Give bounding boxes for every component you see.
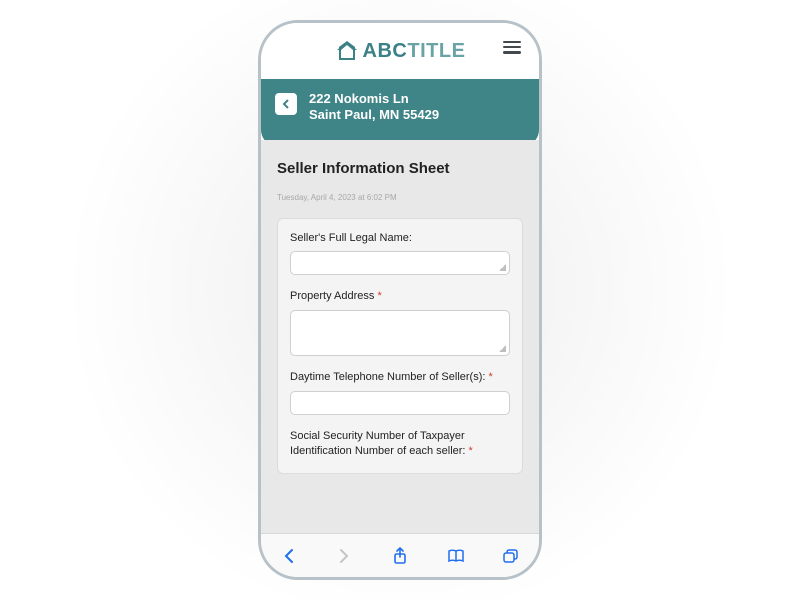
browser-toolbar [261,533,539,577]
chevron-left-icon [282,99,290,109]
logo-text-strong: ABC [363,40,408,62]
page-title: Seller Information Sheet [277,160,523,177]
browser-tabs-button[interactable] [500,545,522,567]
app-logo: ABCTITLE [335,40,466,63]
timestamp: Tuesday, April 4, 2023 at 6:02 PM [277,193,523,202]
address-line-1: 222 Nokomis Ln [309,91,439,107]
book-icon [447,548,465,564]
field-ssn: Social Security Number of Taxpayer Ident… [290,429,510,459]
logo-text: ABCTITLE [363,40,466,63]
share-icon [392,547,408,565]
screen: ABCTITLE 222 Nokomis Ln Saint Paul, MN 5… [261,23,539,577]
tabs-icon [502,548,520,564]
browser-bookmarks-button[interactable] [445,545,467,567]
back-button[interactable] [275,93,297,115]
browser-back-button[interactable] [278,545,300,567]
label-ssn: Social Security Number of Taxpayer Ident… [290,429,510,459]
chevron-right-icon [337,548,351,564]
content-area: Seller Information Sheet Tuesday, April … [261,140,539,534]
chevron-left-icon [282,548,296,564]
label-daytime-phone: Daytime Telephone Number of Seller(s): * [290,370,510,385]
field-property-address: Property Address * [290,289,510,356]
input-property-address[interactable] [290,310,510,356]
house-icon [335,40,359,62]
browser-forward-button[interactable] [333,545,355,567]
label-seller-name: Seller's Full Legal Name: [290,231,510,246]
menu-icon[interactable] [503,41,521,54]
address-text: 222 Nokomis Ln Saint Paul, MN 55429 [309,91,439,124]
input-daytime-phone[interactable] [290,391,510,415]
phone-frame: ABCTITLE 222 Nokomis Ln Saint Paul, MN 5… [258,20,542,580]
top-bar: ABCTITLE [261,23,539,79]
field-seller-name: Seller's Full Legal Name: [290,231,510,276]
input-seller-name[interactable] [290,251,510,275]
address-line-2: Saint Paul, MN 55429 [309,107,439,123]
browser-share-button[interactable] [389,545,411,567]
field-daytime-phone: Daytime Telephone Number of Seller(s): * [290,370,510,415]
address-banner: 222 Nokomis Ln Saint Paul, MN 55429 [261,79,539,146]
label-property-address: Property Address * [290,289,510,304]
form-card: Seller's Full Legal Name: Property Addre… [277,218,523,474]
logo-text-light: TITLE [407,40,465,62]
